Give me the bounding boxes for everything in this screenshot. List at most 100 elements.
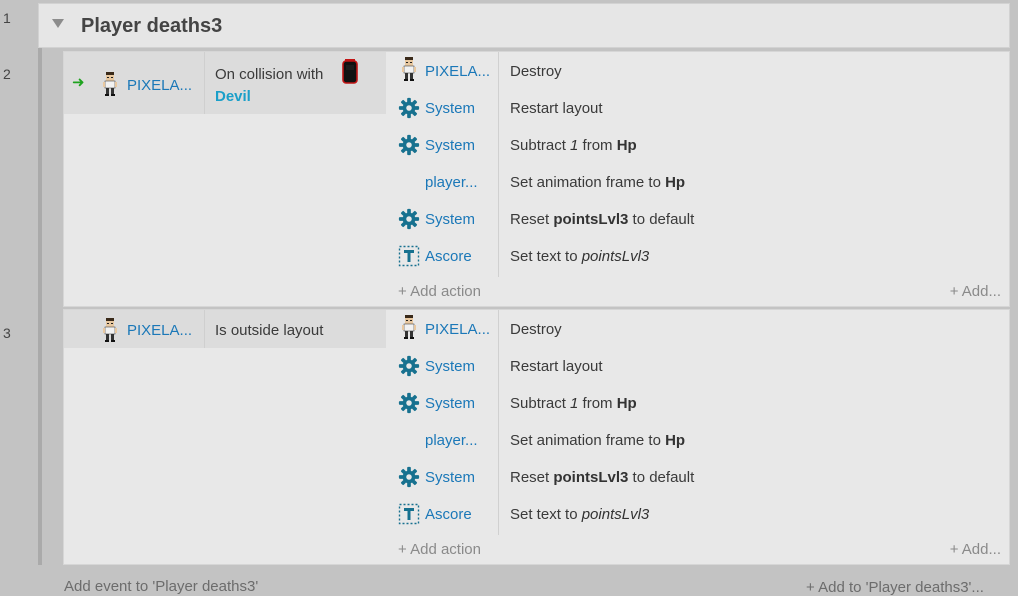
divider — [204, 310, 205, 348]
action-label: from — [578, 137, 617, 154]
event-group-header[interactable]: Player deaths3 — [38, 3, 1010, 48]
action-label: Set text to — [510, 506, 582, 523]
pixel-player-icon — [103, 72, 117, 96]
gear-icon — [398, 466, 420, 488]
group-title: Player deaths3 — [81, 15, 223, 37]
actions-area[interactable]: PIXELA... Destroy System Restart layout Syst… — [386, 310, 1009, 564]
action-object-name[interactable]: System — [425, 358, 475, 375]
action-label: Destroy — [510, 321, 562, 338]
row-number: 2 — [3, 66, 11, 82]
condition-param-devil[interactable]: Devil — [215, 88, 251, 105]
add-action-button[interactable]: + Add action — [398, 541, 481, 558]
action-text[interactable]: Destroy — [510, 321, 562, 338]
gear-icon — [398, 97, 420, 119]
action-object-name[interactable]: Ascore — [425, 248, 472, 265]
row-number: 3 — [3, 325, 11, 341]
event-block[interactable]: ➜ PIXELA... On collision with Devil PIXE… — [63, 51, 1010, 307]
action-row[interactable]: System Restart layout — [386, 349, 1010, 386]
group-indent-bar — [38, 48, 42, 565]
condition-object-name[interactable]: PIXELA... — [127, 322, 192, 339]
action-text[interactable]: Set text to pointsLvl3 — [510, 506, 649, 523]
row-number: 1 — [3, 10, 11, 26]
action-row[interactable]: player... Set animation frame to Hp — [386, 423, 1010, 460]
action-label: Reset — [510, 211, 554, 228]
add-more-button[interactable]: + Add... — [950, 541, 1001, 558]
condition-object-cell[interactable]: ➜ PIXELA... — [64, 52, 204, 114]
action-label: Subtract — [510, 395, 571, 412]
action-text[interactable]: Reset pointsLvl3 to default — [510, 211, 694, 228]
row-number-gutter: 1 2 3 — [0, 0, 30, 595]
pixel-player-icon — [103, 318, 117, 342]
action-row[interactable]: System Reset pointsLvl3 to default — [386, 202, 1010, 239]
action-label: to default — [628, 469, 695, 486]
action-label: Reset — [510, 469, 554, 486]
action-object-name[interactable]: PIXELA... — [425, 321, 490, 338]
action-text[interactable]: Restart layout — [510, 358, 603, 375]
action-text[interactable]: Set text to pointsLvl3 — [510, 248, 649, 265]
collapse-triangle-icon[interactable] — [52, 19, 64, 28]
action-row[interactable]: System Reset pointsLvl3 to default — [386, 460, 1010, 497]
action-text[interactable]: Destroy — [510, 63, 562, 80]
action-object-name[interactable]: System — [425, 100, 475, 117]
gear-icon — [398, 208, 420, 230]
action-object-name[interactable]: System — [425, 469, 475, 486]
action-text[interactable]: Subtract 1 from Hp — [510, 137, 637, 154]
condition-row[interactable]: ➜ PIXELA... On collision with Devil — [64, 52, 386, 114]
action-param-variable: pointsLvl3 — [553, 469, 629, 486]
condition-text[interactable]: On collision with — [215, 66, 323, 83]
action-object-name[interactable]: System — [425, 137, 475, 154]
action-label: to default — [628, 211, 695, 228]
action-text[interactable]: Set animation frame to Hp — [510, 432, 685, 449]
conditions-area[interactable]: PIXELA... Is outside layout — [64, 310, 386, 564]
action-object-name[interactable]: player... — [425, 174, 478, 191]
add-more-button[interactable]: + Add... — [950, 283, 1001, 300]
action-row[interactable]: PIXELA... Destroy — [386, 312, 1010, 349]
action-object-name[interactable]: PIXELA... — [425, 63, 490, 80]
action-text[interactable]: Restart layout — [510, 100, 603, 117]
action-row[interactable]: PIXELA... Destroy — [386, 54, 1010, 91]
action-label: Destroy — [510, 63, 562, 80]
action-object-name[interactable]: player... — [425, 432, 478, 449]
divider — [204, 52, 205, 114]
action-param-variable: Hp — [616, 137, 637, 154]
action-label: Set animation frame to — [510, 432, 666, 449]
action-object-name[interactable]: System — [425, 211, 475, 228]
action-text[interactable]: Set animation frame to Hp — [510, 174, 685, 191]
pixel-player-icon — [401, 315, 423, 339]
condition-object-cell[interactable]: PIXELA... — [64, 310, 204, 348]
action-label: Set animation frame to — [510, 174, 666, 191]
action-param-expression: pointsLvl3 — [581, 506, 650, 523]
devil-sprite-icon — [342, 59, 358, 84]
condition-object-name[interactable]: PIXELA... — [127, 77, 192, 94]
action-row[interactable]: Ascore Set text to pointsLvl3 — [386, 497, 1010, 534]
action-label: Set text to — [510, 248, 582, 265]
text-icon — [398, 245, 420, 267]
action-param-variable: Hp — [665, 432, 686, 449]
action-object-name[interactable]: Ascore — [425, 506, 472, 523]
condition-text[interactable]: Is outside layout — [215, 322, 323, 339]
action-object-name[interactable]: System — [425, 395, 475, 412]
action-label: Subtract — [510, 137, 571, 154]
action-row[interactable]: System Subtract 1 from Hp — [386, 386, 1010, 423]
action-label: Restart layout — [510, 358, 603, 375]
conditions-area[interactable]: ➜ PIXELA... On collision with Devil — [64, 52, 386, 306]
add-to-group-link[interactable]: + Add to 'Player deaths3'... — [806, 579, 984, 596]
gear-icon — [398, 392, 420, 414]
add-action-button[interactable]: + Add action — [398, 283, 481, 300]
action-text[interactable]: Subtract 1 from Hp — [510, 395, 637, 412]
action-row[interactable]: System Restart layout — [386, 91, 1010, 128]
event-block[interactable]: PIXELA... Is outside layout PIXELA... Des… — [63, 309, 1010, 565]
action-row[interactable]: Ascore Set text to pointsLvl3 — [386, 239, 1010, 276]
gear-icon — [398, 355, 420, 377]
action-row[interactable]: player... Set animation frame to Hp — [386, 165, 1010, 202]
condition-row[interactable]: PIXELA... Is outside layout — [64, 310, 386, 348]
action-row[interactable]: System Subtract 1 from Hp — [386, 128, 1010, 165]
add-event-link[interactable]: Add event to 'Player deaths3' — [64, 578, 258, 595]
action-param-expression: pointsLvl3 — [581, 248, 650, 265]
text-icon — [398, 503, 420, 525]
action-param-variable: pointsLvl3 — [553, 211, 629, 228]
actions-area[interactable]: PIXELA... Destroy System Restart layout Syst… — [386, 52, 1009, 306]
gear-icon — [398, 134, 420, 156]
action-label: from — [578, 395, 617, 412]
action-text[interactable]: Reset pointsLvl3 to default — [510, 469, 694, 486]
